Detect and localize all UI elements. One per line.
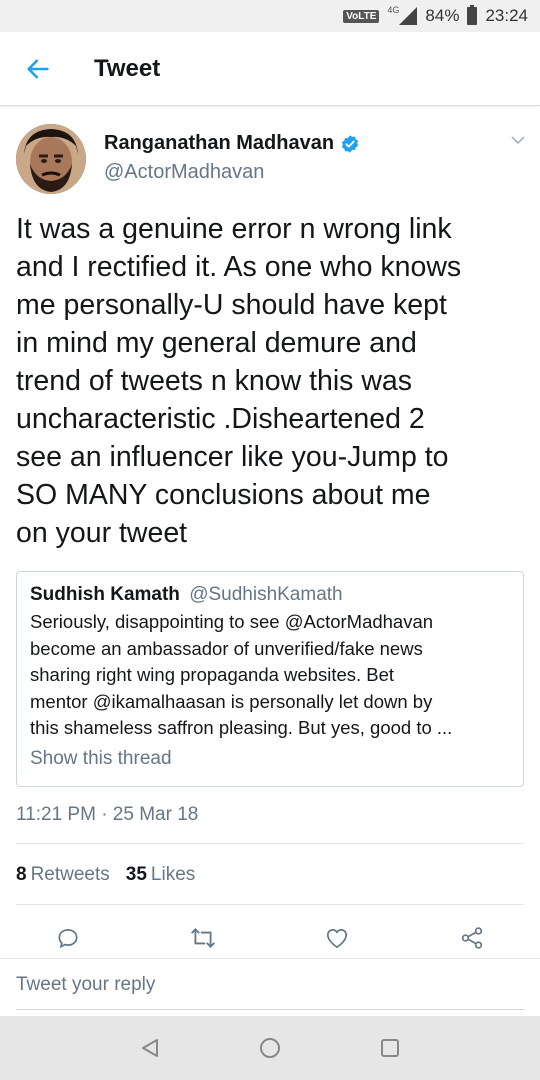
battery-percent: 84% [425, 6, 460, 25]
likes-count: 35 [125, 864, 147, 885]
page-title: Tweet [94, 54, 161, 82]
chevron-down-icon [511, 136, 525, 145]
tweet-text-line: SO MANY conclusions about me [16, 479, 431, 511]
reply-underline [16, 1009, 524, 1010]
retweet-button[interactable] [187, 922, 219, 954]
volte-indicator: VoLTE [343, 9, 380, 23]
likes-label: Likes [150, 864, 196, 885]
tweet-text-line: in mind my general demure and [16, 327, 417, 359]
quoted-text-line: Seriously, disappointing to see @ActorMa… [30, 611, 434, 632]
quoted-author-handle: @SudhishKamath [189, 584, 343, 605]
reply-button[interactable] [52, 922, 84, 954]
quoted-text-line: sharing right wing propaganda websites. … [30, 664, 395, 685]
divider [16, 904, 524, 905]
nav-home-button[interactable] [255, 1033, 285, 1063]
network-type: 4G [387, 5, 400, 15]
divider [16, 843, 524, 844]
nav-recents-button[interactable] [375, 1033, 405, 1063]
share-icon [461, 927, 483, 949]
back-arrow-icon [27, 59, 49, 78]
quoted-author-name: Sudhish Kamath [30, 584, 180, 605]
tweet-text-line: on your tweet [16, 517, 188, 549]
tweet-text-line: It was a genuine error n wrong link [16, 213, 452, 245]
tweet-text-line: see an influencer like you-Jump to [16, 441, 449, 473]
avatar[interactable] [16, 124, 86, 194]
show-thread-link[interactable]: Show this thread [30, 748, 510, 770]
tweet-stats: 8 Retweets 35 Likes [16, 864, 195, 886]
retweets-count: 8 [16, 864, 27, 885]
system-nav-bar [0, 1016, 540, 1080]
tweet-actions [16, 918, 524, 958]
signal-icon [399, 7, 418, 25]
reply-icon [58, 929, 78, 949]
retweet-icon [190, 928, 215, 948]
quoted-tweet-text: Seriously, disappointing to see @ActorMa… [30, 609, 510, 742]
reply-area: Tweet your reply [0, 958, 540, 1016]
nav-back-icon [142, 1039, 158, 1057]
avatar-image [16, 124, 86, 194]
tweet-text: It was a genuine error n wrong link and … [16, 210, 526, 552]
like-button[interactable] [321, 922, 353, 954]
clock: 23:24 [485, 6, 528, 25]
quoted-tweet-card[interactable]: Sudhish Kamath @SudhishKamath Seriously,… [16, 571, 524, 787]
like-icon [327, 929, 348, 949]
author-name[interactable]: Ranganathan Madhavan [104, 132, 334, 155]
tweet-timestamp: 11:21 PM · 25 Mar 18 [16, 804, 199, 825]
likes-stat[interactable]: 35 Likes [126, 864, 196, 886]
tweet-text-line: and I rectified it. As one who knows [16, 251, 462, 283]
status-bar: VoLTE 4G 84% 23:24 [0, 0, 540, 32]
reply-input[interactable]: Tweet your reply [16, 974, 155, 996]
nav-home-icon [260, 1038, 280, 1058]
tweet-text-line: uncharacteristic .Disheartened 2 [16, 403, 425, 435]
tweet-text-line: me personally-U should have kept [16, 289, 447, 321]
quoted-text-line: become an ambassador of unverified/fake … [30, 637, 423, 659]
tweet-text-line: trend of tweets n know this was [16, 365, 413, 397]
quoted-text-line: this shameless saffron pleasing. But yes… [30, 717, 453, 738]
quoted-text-line: mentor @ikamalhaasan is personally let d… [30, 690, 433, 712]
back-button[interactable] [18, 49, 58, 89]
share-button[interactable] [456, 922, 488, 954]
battery-icon [467, 5, 478, 25]
nav-recents-icon [381, 1039, 399, 1057]
nav-back-button[interactable] [135, 1033, 165, 1063]
retweets-label: Retweets [30, 864, 110, 885]
tweet-author: Ranganathan Madhavan @ActorMadhavan [16, 124, 526, 196]
retweets-stat[interactable]: 8 Retweets [16, 864, 110, 886]
verified-badge-icon [341, 134, 359, 153]
app-header: Tweet [0, 32, 540, 106]
author-handle[interactable]: @ActorMadhavan [104, 161, 360, 184]
tweet-menu-button[interactable] [510, 132, 526, 153]
